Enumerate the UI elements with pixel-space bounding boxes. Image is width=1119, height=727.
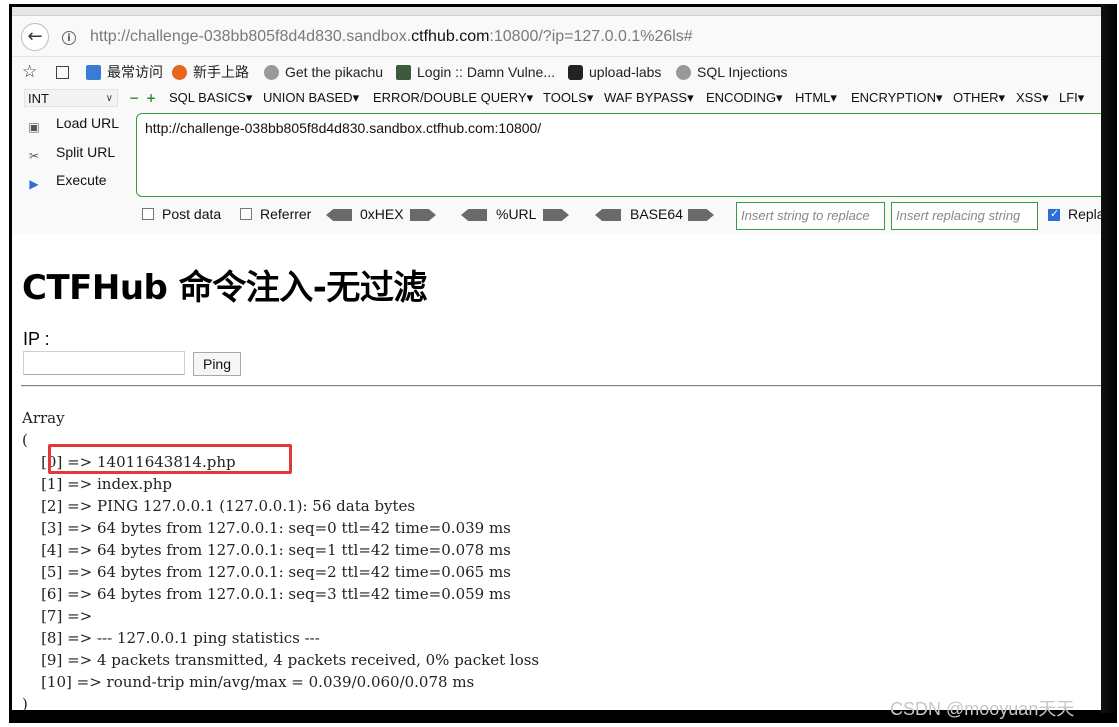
plus-icon[interactable]: + (146, 91, 156, 105)
page-content: CTFHub 命令注入-无过滤 IP : Ping Array( [0] => … (12, 234, 1101, 710)
frame-shadow-right (1101, 4, 1117, 721)
url-prefix: http://challenge-038bb805f8d4d830.sandbo… (90, 28, 412, 45)
menu-xss[interactable]: XSS▾ (1016, 90, 1049, 106)
output-line: [10] => round-trip min/avg/max = 0.039/0… (22, 673, 475, 691)
menu-encryption[interactable]: ENCRYPTION▾ (851, 90, 943, 106)
output-line: Array (22, 409, 65, 427)
bookmark-page-icon (86, 65, 101, 80)
highlight-box (48, 444, 292, 474)
output-line: [5] => 64 bytes from 127.0.0.1: seq=2 tt… (22, 563, 511, 581)
output-line: [7] => (22, 607, 93, 625)
output-line: [6] => 64 bytes from 127.0.0.1: seq=3 tt… (22, 585, 511, 603)
camera-icon (568, 65, 583, 80)
url-encode-label: %URL (496, 206, 537, 222)
menu-union-based[interactable]: UNION BASED▾ (263, 90, 359, 106)
divider (21, 385, 1101, 387)
screenshot-frame: ← i http://challenge-038bb805f8d4d830.sa… (9, 4, 1101, 713)
menu-encoding[interactable]: ENCODING▾ (706, 90, 783, 106)
referrer-label: Referrer (260, 206, 312, 222)
globe-icon (264, 65, 279, 80)
firefox-icon (172, 65, 187, 80)
address-field[interactable]: http://challenge-038bb805f8d4d830.sandbo… (90, 28, 693, 46)
bookmark-sql-injections[interactable]: SQL Injections (676, 58, 788, 86)
menu-other[interactable]: OTHER▾ (953, 90, 1005, 106)
base64-decode-arrow-icon[interactable] (595, 209, 621, 221)
replacing-string-input[interactable]: Insert replacing string (891, 202, 1038, 230)
load-url-icon: ▣ (28, 120, 40, 134)
hex-decode-arrow-icon[interactable] (326, 209, 352, 221)
bookmark-upload-labs[interactable]: upload-labs (568, 58, 661, 86)
output-line: ) (22, 695, 28, 713)
hackbar-options: Post data Referrer 0xHEX %URL BASE64 Ins… (12, 200, 1101, 230)
post-data-checkbox[interactable] (142, 208, 154, 220)
url-encode-arrow-icon[interactable] (543, 209, 569, 221)
minus-icon[interactable]: − (129, 91, 139, 105)
reader-icon[interactable] (56, 58, 69, 86)
info-icon[interactable]: i (62, 31, 76, 45)
replace-all-label: Replace All (1068, 206, 1101, 222)
referrer-checkbox[interactable] (240, 208, 252, 220)
watermark: CSDN @mooyuan天天 (890, 699, 1075, 719)
replace-string-input[interactable]: Insert string to replace (736, 202, 885, 230)
hex-label: 0xHEX (360, 206, 404, 222)
globe-icon (676, 65, 691, 80)
browser-chrome: ← i http://challenge-038bb805f8d4d830.sa… (12, 7, 1101, 234)
output-line: [2] => PING 127.0.0.1 (127.0.0.1): 56 da… (22, 497, 416, 515)
dvwa-icon (396, 65, 411, 80)
bookmark-most-visited[interactable]: 最常访问 (86, 58, 163, 86)
tab-strip (12, 7, 1101, 16)
base64-encode-arrow-icon[interactable] (688, 209, 714, 221)
chevron-down-icon: ∨ (105, 93, 113, 104)
url-decode-arrow-icon[interactable] (461, 209, 487, 221)
bookmarks-toolbar: ☆ 最常访问 新手上路 Get the pikachu Login :: Dam… (12, 58, 1101, 86)
output-line: [9] => 4 packets transmitted, 4 packets … (22, 651, 540, 669)
split-url-icon: ✂ (28, 149, 40, 163)
output-line: [4] => 64 bytes from 127.0.0.1: seq=1 tt… (22, 541, 511, 559)
url-bar: ← i http://challenge-038bb805f8d4d830.sa… (12, 16, 1101, 57)
load-url-button[interactable]: ▣ Load URL (26, 115, 119, 136)
output-line: [8] => --- 127.0.0.1 ping statistics --- (22, 629, 320, 647)
output-line: [3] => 64 bytes from 127.0.0.1: seq=0 tt… (22, 519, 511, 537)
menu-lfi[interactable]: LFI▾ (1059, 90, 1084, 106)
menu-tools[interactable]: TOOLS▾ (543, 90, 593, 106)
menu-waf-bypass[interactable]: WAF BYPASS▾ (604, 90, 694, 106)
star-icon[interactable]: ☆ (22, 58, 37, 86)
menu-sql-basics[interactable]: SQL BASICS▾ (169, 90, 252, 106)
output-line: [1] => index.php (22, 475, 173, 493)
ping-button[interactable]: Ping (193, 352, 241, 376)
replace-all-checkbox[interactable] (1048, 207, 1060, 221)
url-suffix: :10800/?ip=127.0.0.1%26ls# (489, 28, 693, 45)
ip-input[interactable] (23, 351, 185, 375)
menu-error-double-query[interactable]: ERROR/DOUBLE QUERY▾ (373, 90, 533, 106)
hex-encode-arrow-icon[interactable] (410, 209, 436, 221)
bookmark-dvwa[interactable]: Login :: Damn Vulne... (396, 58, 555, 86)
hackbar-menu: INT ∨ − + SQL BASICS▾ UNION BASED▾ ERROR/… (12, 87, 1101, 111)
url-domain: ctfhub.com (411, 28, 490, 45)
post-data-label: Post data (162, 206, 222, 222)
execute-icon: ▶ (29, 177, 39, 191)
split-url-button[interactable]: ✂ Split URL (26, 144, 115, 165)
base64-label: BASE64 (630, 206, 683, 222)
execute-button[interactable]: ▶ Execute (26, 172, 106, 193)
bookmark-getting-started[interactable]: 新手上路 (172, 58, 249, 86)
back-button[interactable]: ← (21, 23, 49, 51)
hackbar-url-textarea[interactable]: http://challenge-038bb805f8d4d830.sandbo… (136, 113, 1101, 197)
bookmark-pikachu[interactable]: Get the pikachu (264, 58, 383, 86)
menu-html[interactable]: HTML▾ (795, 90, 837, 106)
type-select[interactable]: INT ∨ (24, 89, 118, 107)
ip-label: IP : (23, 329, 50, 349)
page-title: CTFHub 命令注入-无过滤 (22, 268, 427, 308)
